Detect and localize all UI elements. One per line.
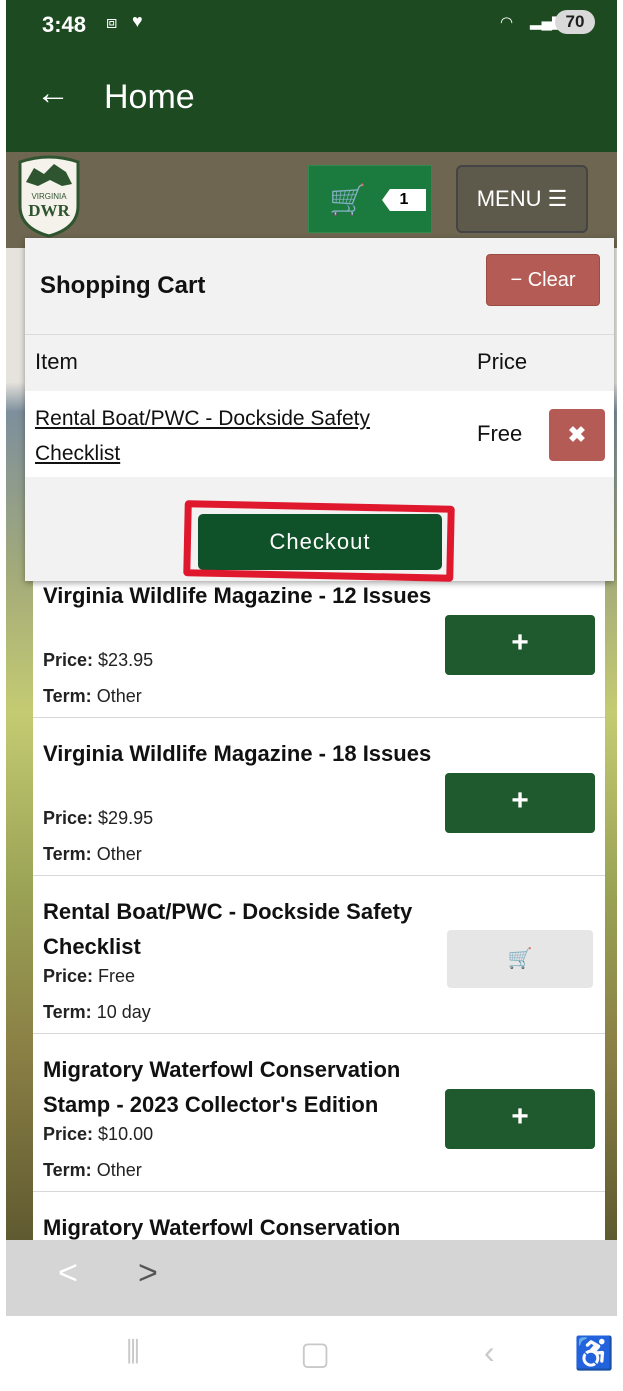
product-term: Term: Other (43, 1160, 142, 1180)
add-to-cart-button[interactable]: + (445, 773, 595, 833)
product-title: Virginia Wildlife Magazine - 12 Issues (43, 583, 432, 608)
back-arrow-icon[interactable]: ← (36, 74, 70, 113)
prev-page-button[interactable]: < (58, 1254, 78, 1293)
app-bar: ← Home (6, 48, 617, 152)
product-title: Virginia Wildlife Magazine - 18 Issues (43, 741, 432, 766)
battery-indicator: 70 (555, 10, 595, 34)
product-term: Term: 10 day (43, 1002, 151, 1022)
product-item: Rental Boat/PWC - Dockside Safety Checkl… (33, 876, 605, 1034)
column-header-price: Price (477, 349, 528, 374)
in-cart-button[interactable]: 🛒 (447, 930, 593, 988)
cart-table-header: Item Price (25, 334, 614, 392)
product-price: Price: Free (43, 966, 136, 986)
product-term: Term: Other (43, 686, 142, 706)
dwr-logo[interactable]: VIRGINIA DWR (14, 152, 84, 238)
cart-item-row: Rental Boat/PWC - Dockside Safety Checkl… (25, 391, 614, 477)
add-to-cart-button[interactable]: + (445, 615, 595, 675)
product-title: Migratory Waterfowl Conservation Stamp -… (43, 1057, 401, 1117)
system-nav-bar: ⦀ ▢ ‹ ♿ (6, 1316, 617, 1391)
browser-nav-bar: < > (6, 1240, 617, 1316)
recent-apps-icon[interactable]: ⦀ (126, 1334, 140, 1372)
page-title: Home (104, 78, 195, 116)
product-item: Virginia Wildlife Magazine - 12 Issues P… (33, 560, 605, 718)
wifi-icon: ◠ (500, 14, 514, 31)
product-price: Price: $29.95 (43, 808, 154, 828)
highlight-annotation (183, 500, 455, 582)
product-term: Term: Other (43, 844, 142, 864)
cart-title: Shopping Cart (40, 272, 206, 299)
status-bar: 3:48 ⧈ ♥ ◠ ▂▄▆ 70 (6, 0, 617, 48)
column-header-item: Item (35, 349, 78, 374)
cart-button[interactable]: 🛒 1 (308, 165, 432, 233)
logo-text-main: DWR (28, 201, 70, 220)
status-time: 3:48 (42, 12, 87, 37)
cart-count-badge: 1 (382, 189, 426, 211)
back-icon[interactable]: ‹ (484, 1334, 495, 1371)
clear-cart-button[interactable]: − Clear (486, 254, 600, 306)
product-price: Price: $10.00 (43, 1124, 154, 1144)
cart-icon: 🛒 (507, 948, 533, 970)
product-item: Virginia Wildlife Magazine - 18 Issues P… (33, 718, 605, 876)
cart-item-price: Free (477, 421, 523, 446)
home-icon[interactable]: ▢ (300, 1334, 330, 1372)
product-title: Rental Boat/PWC - Dockside Safety Checkl… (43, 899, 413, 959)
next-page-button[interactable]: > (138, 1254, 158, 1293)
remove-item-button[interactable]: ✖ (549, 409, 605, 461)
accessibility-icon[interactable]: ♿ (574, 1334, 614, 1372)
phone-screen: 3:48 ⧈ ♥ ◠ ▂▄▆ 70 ← Home VIRGINIA DWR 🛒 … (6, 0, 617, 1391)
location-icon: ♥ (132, 11, 143, 31)
product-item: Migratory Waterfowl Conservation Stamp -… (33, 1034, 605, 1192)
logo-text-top: VIRGINIA (31, 192, 67, 201)
menu-button[interactable]: MENU ☰ (456, 165, 588, 233)
product-price: Price: $23.95 (43, 650, 154, 670)
cart-icon: 🛒 (329, 184, 367, 217)
product-list: Virginia Wildlife Magazine - 12 Issues P… (33, 560, 605, 1252)
screenshot-icon: ⧈ (106, 12, 118, 32)
cart-item-link[interactable]: Rental Boat/PWC - Dockside Safety Checkl… (35, 401, 435, 471)
add-to-cart-button[interactable]: + (445, 1089, 595, 1149)
